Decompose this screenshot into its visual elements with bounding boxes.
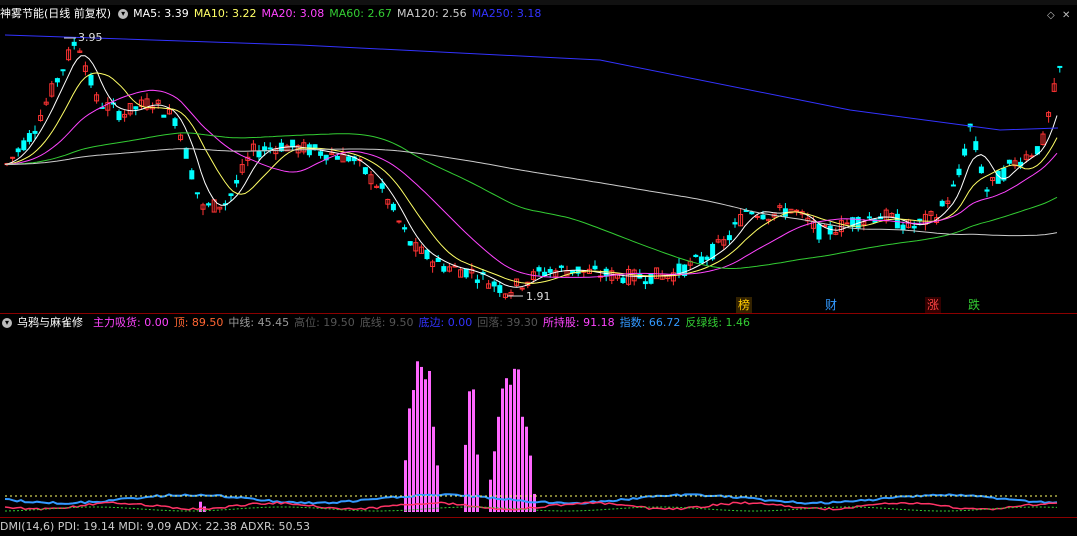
bottom-indicator-header: DMI(14,6) PDI: 19.14 MDI: 9.09 ADX: 22.3… xyxy=(0,518,315,536)
sub-settings-icon[interactable]: ▾ xyxy=(2,318,12,328)
indicator-value-1: 顶: 89.50 xyxy=(173,316,224,329)
indicator-value-3: 高位: 19.50 xyxy=(294,316,355,329)
chart-canvas[interactable]: 3.95 1.91 xyxy=(0,0,1077,526)
tag-die[interactable]: 跌 xyxy=(966,297,982,313)
bottom-indicator-label: DMI(14,6) PDI: 19.14 MDI: 9.09 ADX: 22.3… xyxy=(0,520,310,533)
sub-chart-header: ▾ 乌鸦与麻雀修 主力吸货: 0.00 顶: 89.50 中线: 45.45 高位: 19… xyxy=(0,314,760,332)
indicator-value-4: 底线: 9.50 xyxy=(359,316,414,329)
tag-cai[interactable]: 财 xyxy=(823,297,839,313)
ma-lines xyxy=(4,34,1059,288)
indicator-value-6: 回落: 39.30 xyxy=(477,316,538,329)
indicator-name[interactable]: 乌鸦与麻雀修 xyxy=(17,316,83,329)
indicator-value-9: 反绿线: 1.46 xyxy=(685,316,751,329)
indicator-value-5: 底边: 0.00 xyxy=(418,316,473,329)
tag-zhang[interactable]: 涨 xyxy=(925,297,941,313)
indicator-value-7: 所持股: 91.18 xyxy=(542,316,615,329)
high-price-label: 3.95 xyxy=(78,31,103,44)
indicator-value-0: 主力吸货: 0.00 xyxy=(93,316,169,329)
indicator-values: 主力吸货: 0.00 顶: 89.50 中线: 45.45 高位: 19.50 底线: … xyxy=(93,316,755,329)
tag-bang[interactable]: 榜 xyxy=(736,297,752,313)
indicator-bars xyxy=(199,361,536,512)
low-price-label: 1.91 xyxy=(526,290,551,303)
candlesticks xyxy=(4,37,1063,300)
indicator-value-8: 指数: 66.72 xyxy=(619,316,681,329)
indicator-value-2: 中线: 45.45 xyxy=(228,316,290,329)
